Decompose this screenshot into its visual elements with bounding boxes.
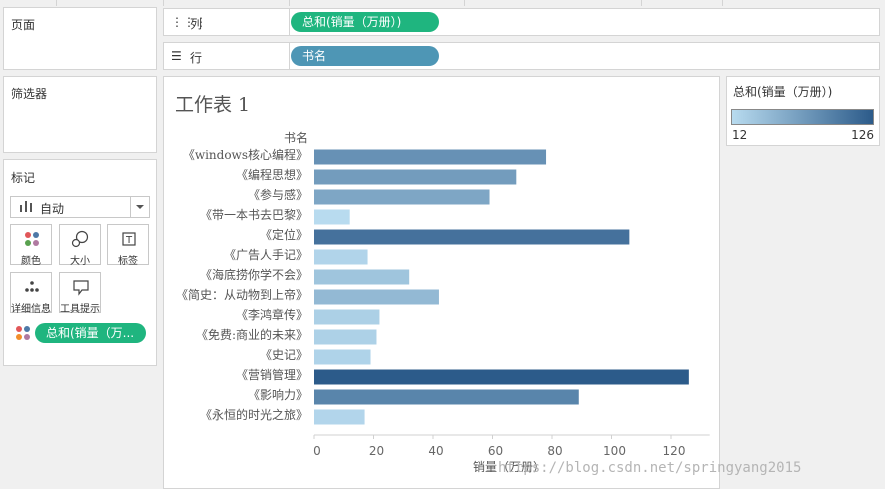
bar-chart: 书名《windows核心编程》《编程思想》《参与感》《带一本书去巴黎》《定位》《… [176,130,710,474]
bar[interactable] [314,169,517,185]
category-label: 《李鸿章传》 [236,307,308,322]
x-tick-label: 20 [369,444,384,458]
bar[interactable] [314,369,689,385]
legend-title: 总和(销量（万册）) [733,85,833,99]
category-label: 《史记》 [260,348,308,362]
category-label: 《定位》 [260,227,308,242]
color-legend-gradient[interactable] [731,109,874,125]
category-label: 《营销管理》 [236,367,308,382]
legend-max: 126 [851,128,874,142]
bar[interactable] [314,189,490,205]
bar[interactable] [314,269,410,285]
bar[interactable] [314,249,368,265]
x-tick-label: 120 [663,444,686,458]
watermark: https://blog.csdn.net/springyang2015 [498,460,802,476]
category-label: 《海底捞你学不会》 [200,267,308,282]
bar[interactable] [314,289,439,305]
bar[interactable] [314,409,365,425]
category-label: 《简史：从动物到上帝》 [176,287,308,302]
category-label: 《编程思想》 [236,167,308,182]
legend-min: 12 [732,128,748,142]
x-tick-label: 40 [428,444,443,458]
bar[interactable] [314,309,380,325]
bar[interactable] [314,349,371,365]
x-tick-label: 0 [313,444,321,458]
bar[interactable] [314,329,377,345]
bar[interactable] [314,149,547,165]
category-label: 《影响力》 [248,387,308,402]
x-tick-label: 100 [603,444,626,458]
category-label: 《永恒的时光之旅》 [200,407,308,422]
bar[interactable] [314,229,630,245]
category-label: 《windows核心编程》 [183,147,308,162]
bar[interactable] [314,389,579,405]
row-header: 书名 [284,130,308,145]
bar[interactable] [314,209,350,225]
category-label: 《参与感》 [248,187,308,202]
category-label: 《广告人手记》 [224,248,308,262]
x-tick-label: 80 [547,444,562,458]
category-label: 《带一本书去巴黎》 [200,208,308,222]
x-tick-label: 60 [488,444,503,458]
category-label: 《免费:商业的未来》 [196,327,308,342]
